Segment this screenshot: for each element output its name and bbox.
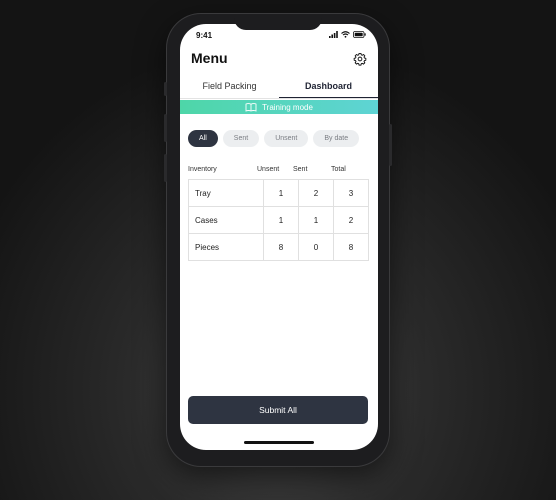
status-time: 9:41 xyxy=(196,31,213,40)
row-total: 8 xyxy=(333,233,369,261)
power-button xyxy=(389,124,392,166)
submit-all-button[interactable]: Submit All xyxy=(188,396,368,424)
row-sent: 0 xyxy=(298,233,334,261)
header-inventory: Inventory xyxy=(188,166,217,173)
home-indicator xyxy=(244,441,314,444)
mute-switch xyxy=(164,82,167,96)
phone-notch xyxy=(234,14,322,30)
row-total: 3 xyxy=(333,179,369,207)
header-unsent: Unsent xyxy=(257,166,280,173)
tab-dashboard[interactable]: Dashboard xyxy=(279,77,378,99)
filter-by-date[interactable]: By date xyxy=(313,130,360,147)
filter-unsent[interactable]: Unsent xyxy=(264,130,309,147)
table-row: Tray 1 2 3 xyxy=(188,179,369,207)
filter-chips: All Sent Unsent By date xyxy=(188,130,360,147)
status-icons xyxy=(329,31,366,38)
gear-icon[interactable] xyxy=(353,52,367,66)
training-mode-label: Training mode xyxy=(262,102,313,112)
header-total: Total xyxy=(331,166,346,173)
wifi-icon xyxy=(341,31,350,38)
table-row: Cases 1 1 2 xyxy=(188,206,369,234)
filter-all[interactable]: All xyxy=(188,130,218,147)
page-title: Menu xyxy=(191,50,228,66)
row-name: Pieces xyxy=(188,233,264,261)
row-total: 2 xyxy=(333,206,369,234)
header-sent: Sent xyxy=(293,166,308,173)
table-row: Pieces 8 0 8 xyxy=(188,233,369,261)
tab-field-packing[interactable]: Field Packing xyxy=(180,77,279,99)
volume-up-button xyxy=(164,114,167,142)
row-sent: 1 xyxy=(298,206,334,234)
row-unsent: 8 xyxy=(263,233,299,261)
row-unsent: 1 xyxy=(263,206,299,234)
battery-icon xyxy=(353,31,366,38)
inventory-table: Tray 1 2 3 Cases 1 1 2 Pieces 8 0 8 xyxy=(188,179,369,261)
tab-bar: Field Packing Dashboard xyxy=(180,77,378,99)
training-mode-banner: Training mode xyxy=(180,100,378,114)
signal-icon xyxy=(329,31,338,38)
row-name: Tray xyxy=(188,179,264,207)
phone-screen: 9:41 Menu Field Packing Dashboard Traini… xyxy=(180,24,378,450)
row-sent: 2 xyxy=(298,179,334,207)
book-icon xyxy=(245,102,257,112)
row-unsent: 1 xyxy=(263,179,299,207)
row-name: Cases xyxy=(188,206,264,234)
tab-divider xyxy=(180,98,378,99)
volume-down-button xyxy=(164,154,167,182)
filter-sent[interactable]: Sent xyxy=(222,130,260,147)
